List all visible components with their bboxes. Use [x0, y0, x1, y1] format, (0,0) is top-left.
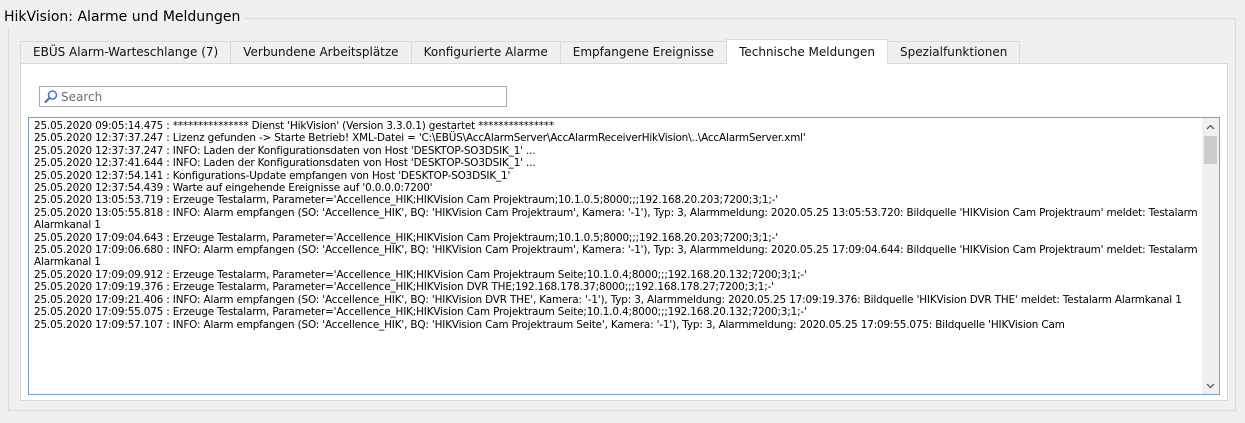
technical-messages-log[interactable]: 25.05.2020 09:05:14.475 : **************… [28, 117, 1220, 395]
log-line: 25.05.2020 17:09:57.107 : INFO: Alarm em… [34, 318, 1065, 331]
tab-received-events[interactable]: Empfangene Ereignisse [559, 41, 728, 63]
tab-configured-alarms[interactable]: Konfigurierte Alarme [410, 41, 561, 63]
search-icon [43, 89, 59, 105]
tab-special-functions[interactable]: Spezialfunktionen [887, 41, 1021, 63]
vertical-scrollbar[interactable] [1202, 118, 1219, 394]
page-title: HikVision: Alarme und Meldungen [4, 7, 245, 27]
log-line: 25.05.2020 09:05:14.475 : **************… [34, 120, 554, 132]
scrollbar-thumb[interactable] [1204, 136, 1217, 164]
log-line: 25.05.2020 17:09:21.406 : INFO: Alarm em… [34, 293, 1182, 306]
tab-panel: 25.05.2020 09:05:14.475 : **************… [20, 63, 1228, 401]
log-lines: 25.05.2020 09:05:14.475 : **************… [34, 120, 1199, 331]
search-box[interactable] [39, 86, 507, 107]
tab-connected-workstations[interactable]: Verbundene Arbeitsplätze [230, 41, 412, 63]
log-line: 25.05.2020 12:37:54.141 : Konfigurations… [34, 169, 511, 182]
log-line: 25.05.2020 17:09:06.680 : INFO: Alarm em… [34, 244, 1198, 269]
log-line: 25.05.2020 12:37:37.247 : Lizenz gefunde… [34, 132, 806, 145]
log-line: 25.05.2020 12:37:41.644 : INFO: Laden de… [34, 157, 536, 170]
log-line: 25.05.2020 13:05:55.818 : INFO: Alarm em… [34, 206, 1198, 232]
tab-alarm-queue[interactable]: EBÜS Alarm-Warteschlange (7) [20, 41, 232, 63]
chevron-up-icon[interactable] [1202, 118, 1219, 135]
log-line: 25.05.2020 12:37:54.439 : Warte auf eing… [34, 182, 433, 195]
log-line: 25.05.2020 17:09:19.376 : Erzeuge Testal… [34, 281, 774, 294]
search-input[interactable] [59, 89, 501, 104]
log-line: 25.05.2020 12:37:37.247 : INFO: Laden de… [34, 144, 536, 157]
tab-technical-messages[interactable]: Technische Meldungen [726, 39, 889, 64]
tab-bar: EBÜS Alarm-Warteschlange (7) Verbundene … [20, 39, 1021, 64]
log-line: 25.05.2020 17:09:55.075 : Erzeuge Testal… [34, 306, 807, 319]
log-line: 25.05.2020 17:09:09.912 : Erzeuge Testal… [34, 268, 807, 281]
chevron-down-icon[interactable] [1202, 377, 1219, 394]
log-line: 25.05.2020 13:05:53.719 : Erzeuge Testal… [34, 194, 778, 207]
log-line: 25.05.2020 17:09:04.643 : Erzeuge Testal… [34, 231, 778, 244]
